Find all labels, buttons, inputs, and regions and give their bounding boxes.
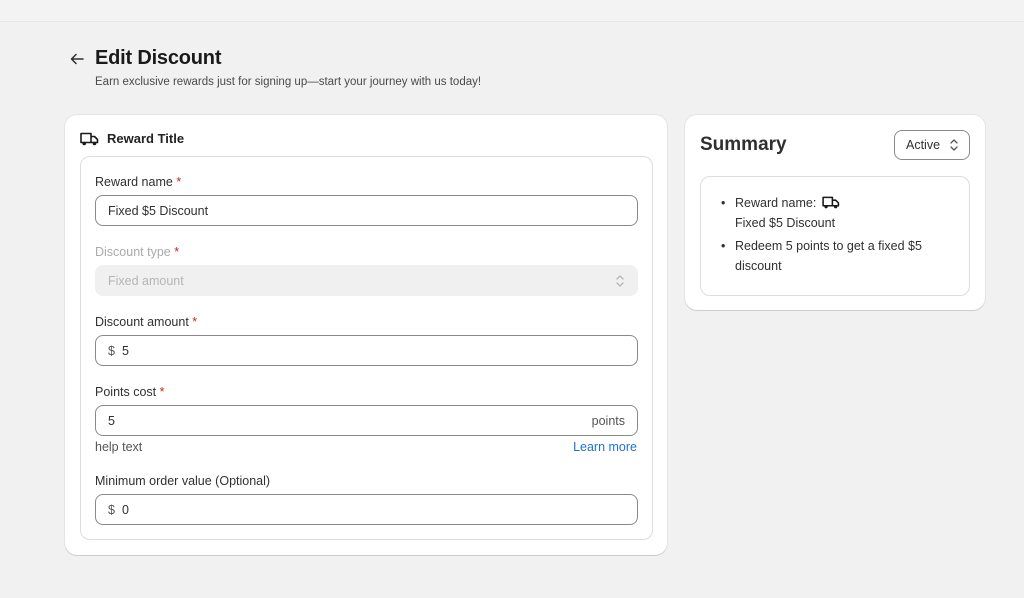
- points-cost-input[interactable]: 5 points: [95, 405, 638, 436]
- page-subtitle: Earn exclusive rewards just for signing …: [95, 76, 482, 88]
- summary-reward-value: Fixed $5 Discount: [735, 215, 836, 230]
- discount-amount-value: 5: [121, 343, 129, 358]
- points-help-text: help text: [95, 440, 143, 454]
- points-cost-label: Points cost *: [95, 385, 165, 399]
- status-select[interactable]: Active: [894, 130, 970, 160]
- reward-card-header: Reward Title: [80, 131, 184, 146]
- back-arrow-icon[interactable]: [68, 50, 86, 68]
- required-mark: *: [192, 315, 198, 329]
- discount-type-label: Discount type *: [95, 245, 180, 259]
- chevron-up-down-icon: [616, 274, 624, 287]
- discount-type-select[interactable]: Fixed amount: [95, 265, 638, 296]
- reward-name-input[interactable]: Fixed $5 Discount: [95, 195, 638, 226]
- learn-more-link[interactable]: Learn more: [573, 440, 637, 454]
- required-mark: *: [159, 385, 165, 399]
- reward-form: Reward name * Fixed $5 Discount Discount…: [80, 156, 653, 540]
- discount-amount-label: Discount amount *: [95, 315, 198, 329]
- truck-icon: [80, 132, 99, 145]
- points-cost-value: 5: [108, 413, 115, 428]
- summary-item-redeem: Redeem 5 points to get a fixed $5 discou…: [719, 237, 959, 276]
- reward-card-title: Reward Title: [107, 131, 185, 146]
- reward-card: Reward Title Reward name * Fixed $5 Disc…: [65, 115, 667, 555]
- summary-card: Summary Active Reward name: Fixed $5 Dis…: [685, 115, 985, 310]
- page-title: Edit Discount: [95, 47, 222, 69]
- discount-amount-input[interactable]: $ 5: [95, 335, 638, 366]
- reward-name-label: Reward name *: [95, 175, 182, 189]
- required-mark: *: [176, 175, 182, 189]
- top-bar: [0, 0, 1024, 22]
- min-order-value: 0: [121, 502, 129, 517]
- currency-prefix: $: [108, 502, 115, 517]
- summary-box: Reward name: Fixed $5 Discount Redeem 5 …: [700, 176, 970, 296]
- summary-list: Reward name: Fixed $5 Discount Redeem 5 …: [719, 194, 959, 276]
- summary-item-reward-name: Reward name: Fixed $5 Discount: [719, 194, 959, 233]
- reward-name-value: Fixed $5 Discount: [108, 203, 209, 218]
- truck-icon: [822, 196, 839, 209]
- status-value: Active: [906, 138, 941, 152]
- required-mark: *: [174, 245, 180, 259]
- min-order-label: Minimum order value (Optional): [95, 474, 271, 488]
- summary-reward-label: Reward name:: [735, 196, 817, 210]
- chevron-up-down-icon: [950, 139, 958, 151]
- currency-prefix: $: [108, 343, 115, 358]
- points-suffix: points: [591, 413, 625, 428]
- summary-title: Summary: [700, 134, 787, 155]
- min-order-input[interactable]: $ 0: [95, 494, 638, 525]
- discount-type-value: Fixed amount: [108, 273, 184, 288]
